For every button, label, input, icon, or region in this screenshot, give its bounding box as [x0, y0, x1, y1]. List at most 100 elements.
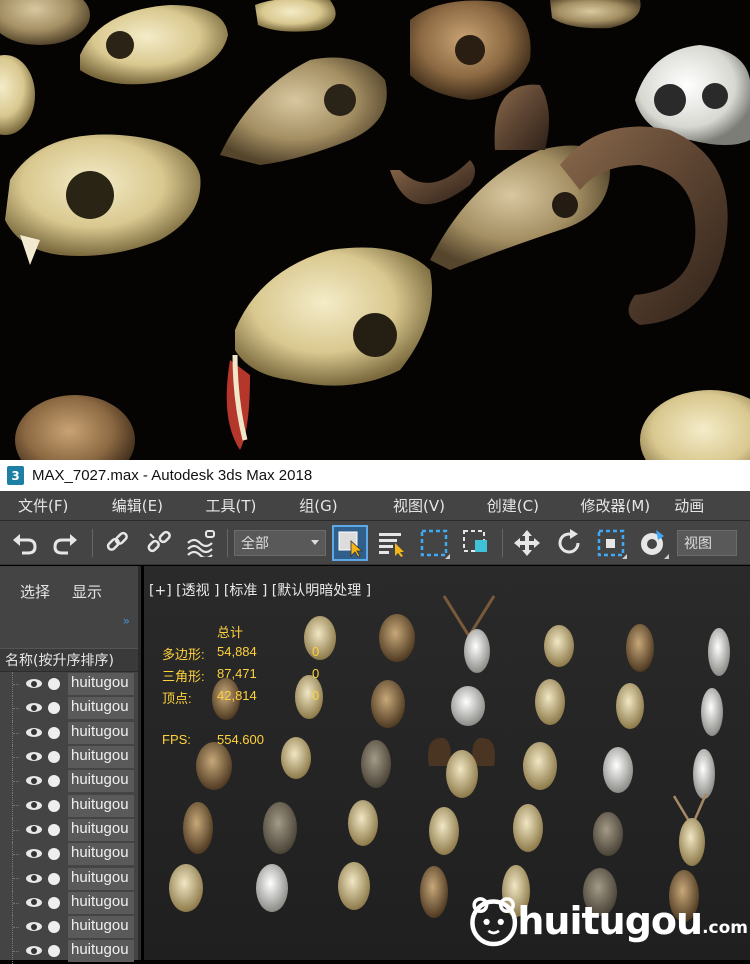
skull-model[interactable]: [593, 812, 623, 856]
skull-model[interactable]: [513, 804, 543, 852]
stat-key: 多边形:: [162, 647, 205, 662]
redo-button[interactable]: [48, 525, 84, 561]
menu-views[interactable]: 视图(V): [375, 495, 469, 516]
bind-spacewarp-button[interactable]: [183, 525, 219, 561]
visibility-eye-icon[interactable]: [26, 945, 44, 957]
scale-button[interactable]: [593, 525, 629, 561]
visibility-eye-icon[interactable]: [26, 800, 44, 812]
visibility-eye-icon[interactable]: [26, 727, 44, 739]
skull-model[interactable]: [183, 802, 213, 854]
list-item[interactable]: huitugou: [0, 720, 138, 745]
undo-icon: [13, 533, 37, 554]
freeze-dot-icon[interactable]: [48, 945, 60, 958]
visibility-eye-icon[interactable]: [26, 824, 44, 836]
skull-model[interactable]: [420, 866, 448, 918]
list-item[interactable]: huitugou: [0, 842, 138, 867]
skull-model[interactable]: [616, 683, 644, 729]
tab-display[interactable]: 显示: [72, 581, 102, 602]
visibility-eye-icon[interactable]: [26, 873, 44, 885]
visibility-eye-icon[interactable]: [26, 848, 44, 860]
list-item[interactable]: huitugou: [0, 817, 138, 843]
freeze-dot-icon[interactable]: [48, 678, 60, 691]
menu-edit[interactable]: 编辑(E): [94, 495, 188, 516]
freeze-dot-icon[interactable]: [48, 702, 60, 715]
visibility-eye-icon[interactable]: [26, 702, 44, 714]
list-item[interactable]: huitugou: [0, 914, 138, 940]
watermark-tld: .com: [702, 918, 748, 938]
select-object-button[interactable]: [332, 524, 368, 561]
skull-model[interactable]: [701, 688, 723, 736]
skull-model[interactable]: [379, 614, 415, 662]
move-button[interactable]: [509, 525, 545, 561]
expand-panel-icon[interactable]: »: [123, 614, 130, 628]
freeze-dot-icon[interactable]: [48, 896, 60, 909]
main-toolbar: 全部 视图: [0, 521, 750, 565]
rotate-button[interactable]: [551, 525, 587, 561]
menu-bar: 文件(F) 编辑(E) 工具(T) 组(G) 视图(V) 创建(C) 修改器(M…: [0, 491, 750, 521]
freeze-dot-icon[interactable]: [48, 823, 60, 836]
skull-model[interactable]: [263, 802, 297, 854]
window-crossing-button[interactable]: [458, 525, 494, 561]
skull-model[interactable]: [544, 625, 574, 667]
list-item[interactable]: huitugou: [0, 866, 138, 891]
menu-tools[interactable]: 工具(T): [188, 495, 282, 516]
antelope-skull-model[interactable]: [672, 793, 708, 866]
list-item[interactable]: huitugou: [0, 769, 138, 794]
list-item[interactable]: huitugou: [0, 793, 138, 818]
select-by-name-button[interactable]: [374, 525, 410, 561]
rect-selection-button[interactable]: [416, 525, 452, 561]
snap-button[interactable]: [635, 525, 671, 561]
object-name: huitugou: [68, 867, 134, 890]
freeze-dot-icon[interactable]: [48, 921, 60, 934]
menu-animation[interactable]: 动画: [656, 495, 750, 516]
skull-model[interactable]: [348, 800, 378, 846]
list-item[interactable]: huitugou: [0, 672, 138, 697]
selection-filter-dropdown[interactable]: 全部: [234, 529, 326, 556]
link-button[interactable]: [99, 525, 135, 561]
antelope-skull-model[interactable]: [442, 595, 496, 673]
move-icon: [514, 529, 540, 556]
skull-model[interactable]: [429, 807, 459, 855]
rotate-icon: [558, 528, 580, 553]
skull-model[interactable]: [708, 628, 730, 676]
ram-skull-model[interactable]: [428, 737, 495, 798]
freeze-dot-icon[interactable]: [48, 751, 60, 764]
skull-model[interactable]: [535, 679, 565, 725]
skull-model[interactable]: [338, 862, 370, 910]
skull-model[interactable]: [281, 737, 311, 779]
freeze-dot-icon[interactable]: [48, 799, 60, 812]
list-item[interactable]: huitugou: [0, 696, 138, 721]
skull-model[interactable]: [603, 747, 633, 793]
list-item[interactable]: huitugou: [0, 744, 138, 770]
visibility-eye-icon[interactable]: [26, 678, 44, 690]
skull-model[interactable]: [371, 680, 405, 728]
skull-model[interactable]: [523, 742, 557, 790]
undo-button[interactable]: [6, 525, 42, 561]
visibility-eye-icon[interactable]: [26, 897, 44, 909]
menu-file[interactable]: 文件(F): [0, 495, 94, 516]
skull-model[interactable]: [693, 749, 715, 799]
skull-model[interactable]: [361, 740, 391, 788]
visibility-eye-icon[interactable]: [26, 751, 44, 763]
freeze-dot-icon[interactable]: [48, 775, 60, 788]
freeze-dot-icon[interactable]: [48, 848, 60, 861]
tab-select[interactable]: 选择: [20, 581, 50, 602]
scene-explorer-panel: 选择 显示 » 名称(按升序排序) huitugou huitugou huitug…: [0, 566, 141, 964]
skull-model[interactable]: [626, 624, 654, 672]
skull-model[interactable]: [169, 864, 203, 912]
skull-model[interactable]: [196, 742, 232, 790]
menu-group[interactable]: 组(G): [281, 495, 375, 516]
viewport-label[interactable]: [+] [透视 ] [标准 ] [默认明暗处理 ]: [149, 580, 371, 600]
freeze-dot-icon[interactable]: [48, 726, 60, 739]
reference-coordinate-dropdown[interactable]: 视图: [677, 529, 737, 556]
skull-model[interactable]: [451, 686, 485, 726]
unlink-button[interactable]: [141, 525, 177, 561]
visibility-eye-icon[interactable]: [26, 921, 44, 933]
visibility-eye-icon[interactable]: [26, 775, 44, 787]
freeze-dot-icon[interactable]: [48, 872, 60, 885]
list-item[interactable]: huitugou: [0, 890, 138, 915]
menu-create[interactable]: 创建(C): [469, 495, 563, 516]
name-column-header[interactable]: 名称(按升序排序): [0, 648, 138, 672]
skull-model[interactable]: [256, 864, 288, 912]
menu-modifiers[interactable]: 修改器(M): [563, 495, 657, 516]
